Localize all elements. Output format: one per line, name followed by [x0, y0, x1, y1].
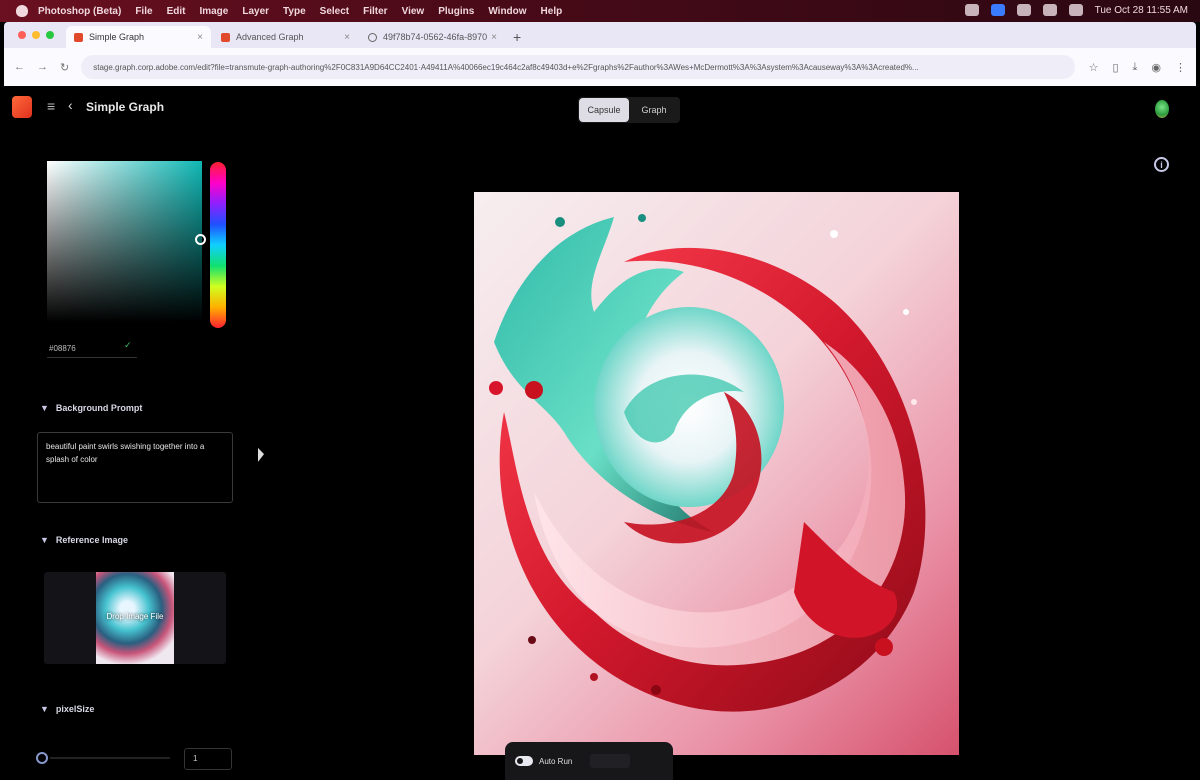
- menu-file[interactable]: File: [135, 6, 152, 17]
- close-window-button[interactable]: [18, 31, 26, 39]
- search-icon[interactable]: [1042, 4, 1057, 16]
- minimize-window-button[interactable]: [32, 31, 40, 39]
- color-picker-handle[interactable]: [195, 234, 206, 245]
- pixel-size-input[interactable]: 1: [184, 748, 232, 770]
- browser-window: Simple Graph × Advanced Graph × 49f78b74…: [4, 22, 1196, 86]
- tab-label: Simple Graph: [89, 32, 145, 42]
- chevron-down-icon: ▼: [40, 704, 49, 714]
- pixel-size-slider-track[interactable]: [50, 757, 170, 759]
- browser-tab-advanced-graph[interactable]: Advanced Graph ×: [213, 26, 358, 48]
- section-heading: Reference Image: [55, 535, 128, 545]
- page-title: Simple Graph: [86, 100, 165, 114]
- generated-image-canvas[interactable]: [474, 192, 959, 755]
- info-icon[interactable]: i: [1154, 157, 1169, 172]
- sidebar-icon[interactable]: ▯: [1112, 61, 1118, 74]
- auto-run-label: Auto Run: [539, 756, 573, 766]
- window-controls: [18, 31, 54, 39]
- background-prompt-textarea[interactable]: beautiful paint swirls swishing together…: [37, 432, 233, 503]
- app-logo[interactable]: [12, 96, 32, 118]
- apple-icon[interactable]: [16, 5, 28, 17]
- avatar[interactable]: [1155, 100, 1169, 118]
- back-arrow-icon[interactable]: ←: [14, 61, 25, 73]
- zoom-window-button[interactable]: [46, 31, 54, 39]
- menu-plugins[interactable]: Plugins: [438, 6, 474, 17]
- menu-edit[interactable]: Edit: [167, 6, 186, 17]
- browser-tab-simple-graph[interactable]: Simple Graph ×: [66, 26, 211, 48]
- menu-type[interactable]: Type: [283, 6, 306, 17]
- tab-capsule[interactable]: Capsule: [579, 98, 629, 122]
- section-reference-image[interactable]: ▼ Reference Image: [40, 535, 128, 545]
- tab-label: 49f78b74-0562-46fa-8970: [383, 32, 488, 42]
- new-tab-button[interactable]: +: [513, 29, 521, 45]
- view-switcher: Capsule Graph: [578, 97, 680, 123]
- adobe-icon: [221, 32, 230, 42]
- hue-slider[interactable]: [210, 162, 226, 328]
- control-center-icon[interactable]: [1068, 4, 1083, 16]
- url-text: stage.graph.corp.adobe.com/edit?file=tra…: [93, 62, 919, 72]
- menu-select[interactable]: Select: [320, 6, 349, 17]
- profile-icon[interactable]: ◉: [1151, 61, 1161, 74]
- run-button[interactable]: [590, 754, 631, 768]
- system-menubar: Photoshop (Beta) File Edit Image Layer T…: [0, 0, 1200, 22]
- menu-view[interactable]: View: [402, 6, 425, 17]
- menu-window[interactable]: Window: [488, 6, 526, 17]
- browser-tab-id[interactable]: 49f78b74-0562-46fa-8970 ×: [360, 26, 505, 48]
- section-pixel-size[interactable]: ▼ pixelSize: [40, 704, 94, 714]
- tab-strip: Simple Graph × Advanced Graph × 49f78b74…: [4, 22, 1196, 48]
- download-icon[interactable]: ⤓: [1133, 61, 1138, 74]
- browser-actions: ☆ ▯ ⤓ ◉ ⋮: [1089, 61, 1186, 74]
- star-icon[interactable]: ☆: [1089, 61, 1099, 74]
- menubar-clock[interactable]: Tue Oct 28 11:55 AM: [1095, 5, 1188, 16]
- toolbar: ← → ↻ stage.graph.corp.adobe.com/edit?fi…: [4, 48, 1196, 86]
- menubar-status-area: Tue Oct 28 11:55 AM: [964, 4, 1188, 16]
- tab-graph[interactable]: Graph: [629, 98, 679, 122]
- drop-image-label: Drop Image File: [106, 612, 164, 621]
- hex-value: #08876: [49, 344, 76, 353]
- run-toolbar: Auto Run: [505, 742, 673, 780]
- section-background-prompt[interactable]: ▼ Background Prompt: [40, 403, 142, 413]
- color-saturation-field[interactable]: [47, 161, 202, 322]
- auto-run-toggle[interactable]: [515, 756, 533, 766]
- chevron-down-icon: ▼: [40, 535, 49, 545]
- menu-layer[interactable]: Layer: [242, 6, 269, 17]
- menu-help[interactable]: Help: [541, 6, 563, 17]
- tab-label: Advanced Graph: [236, 32, 304, 42]
- close-icon[interactable]: ×: [491, 32, 497, 43]
- reload-icon[interactable]: ↻: [60, 61, 69, 74]
- menubar-app-name[interactable]: Photoshop (Beta): [38, 6, 121, 17]
- battery-icon[interactable]: [1016, 4, 1031, 16]
- back-chevron-icon[interactable]: ‹: [68, 97, 73, 113]
- close-icon[interactable]: ×: [197, 32, 203, 43]
- menu-image[interactable]: Image: [199, 6, 228, 17]
- address-bar[interactable]: stage.graph.corp.adobe.com/edit?file=tra…: [81, 55, 1075, 79]
- forward-arrow-icon[interactable]: →: [37, 61, 48, 73]
- section-heading: pixelSize: [55, 704, 95, 714]
- globe-icon: [368, 32, 377, 42]
- pixel-size-slider-knob[interactable]: [36, 752, 48, 764]
- paint-swirl-artwork: [489, 214, 926, 712]
- mouse-cursor: [258, 447, 264, 465]
- screen-share-icon[interactable]: [990, 4, 1005, 16]
- adobe-icon: [74, 32, 83, 42]
- chevron-down-icon: ▼: [40, 403, 49, 413]
- menu-filter[interactable]: Filter: [363, 6, 387, 17]
- close-icon[interactable]: ×: [344, 32, 350, 43]
- status-app-icon[interactable]: [964, 4, 979, 16]
- check-icon: ✓: [124, 340, 132, 350]
- hamburger-menu-icon[interactable]: ≡: [47, 98, 55, 114]
- section-heading: Background Prompt: [55, 403, 143, 413]
- more-icon[interactable]: ⋮: [1175, 61, 1186, 74]
